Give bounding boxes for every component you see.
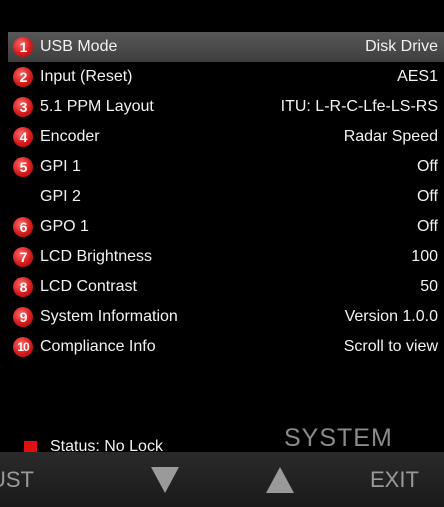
menu-item-value: ITU: L-R-C-Lfe-LS-RS — [280, 98, 438, 115]
menu-item-encoder[interactable]: 4 Encoder Radar Speed — [8, 122, 444, 152]
menu-item-value: AES1 — [397, 68, 438, 85]
menu-item-label: GPI 2 — [40, 188, 81, 205]
softkey-up[interactable] — [255, 452, 305, 507]
menu-item-label: GPO 1 — [40, 218, 89, 235]
device-display: 1 USB Mode Disk Drive 2 Input (Reset) AE… — [0, 0, 444, 507]
menu-item-value: Off — [416, 188, 438, 205]
menu-item-value: Version 1.0.0 — [344, 308, 438, 325]
menu-item-gpi-2[interactable]: GPI 2 Off — [8, 182, 444, 212]
softkey-exit-label: EXIT — [370, 466, 419, 492]
item-number-badge: 7 — [13, 247, 33, 267]
menu-item-value: Scroll to view — [343, 338, 438, 355]
item-number-badge: 9 — [13, 307, 33, 327]
menu-item-label: Encoder — [40, 128, 100, 145]
softkey-down[interactable] — [140, 452, 190, 507]
item-number-badge: 5 — [13, 157, 33, 177]
menu-item-label: Compliance Info — [40, 338, 156, 355]
item-number-badge: 2 — [13, 67, 33, 87]
menu-item-gpo-1[interactable]: 6 GPO 1 Off — [8, 212, 444, 242]
menu-item-label: USB Mode — [40, 38, 118, 55]
settings-menu: 1 USB Mode Disk Drive 2 Input (Reset) AE… — [8, 32, 444, 362]
item-number-badge: 6 — [13, 217, 33, 237]
menu-item-compliance-info[interactable]: 10 Compliance Info Scroll to view — [8, 332, 444, 362]
menu-item-gpi-1[interactable]: 5 GPI 1 Off — [8, 152, 444, 182]
item-number-badge: 8 — [13, 277, 33, 297]
menu-item-value: 50 — [420, 278, 438, 295]
menu-item-label: GPI 1 — [40, 158, 81, 175]
item-number-badge: 1 — [13, 37, 33, 57]
menu-item-value: Radar Speed — [343, 128, 438, 145]
menu-item-ppm-layout[interactable]: 3 5.1 PPM Layout ITU: L-R-C-Lfe-LS-RS — [8, 92, 444, 122]
item-number-badge: 10 — [13, 337, 33, 357]
menu-item-value: 100 — [411, 248, 438, 265]
up-arrow-icon — [266, 466, 294, 493]
menu-item-lcd-brightness[interactable]: 7 LCD Brightness 100 — [8, 242, 444, 272]
menu-item-value: Off — [416, 158, 438, 175]
menu-item-label: LCD Contrast — [40, 278, 137, 295]
menu-item-value: Off — [416, 218, 438, 235]
menu-item-value: Disk Drive — [365, 38, 438, 55]
softkey-adjust-label: UST — [0, 466, 34, 492]
menu-item-input-reset[interactable]: 2 Input (Reset) AES1 — [8, 62, 444, 92]
menu-item-lcd-contrast[interactable]: 8 LCD Contrast 50 — [8, 272, 444, 302]
lcd-screen: 1 USB Mode Disk Drive 2 Input (Reset) AE… — [8, 16, 444, 455]
menu-item-usb-mode[interactable]: 1 USB Mode Disk Drive — [8, 32, 444, 62]
menu-item-label: Input (Reset) — [40, 68, 133, 85]
down-arrow-icon — [151, 466, 179, 493]
item-number-badge: 4 — [13, 127, 33, 147]
menu-item-system-information[interactable]: 9 System Information Version 1.0.0 — [8, 302, 444, 332]
menu-item-label: LCD Brightness — [40, 248, 153, 265]
softkey-exit[interactable]: EXIT — [370, 452, 444, 507]
item-number-badge: 3 — [13, 97, 33, 117]
mode-title: SYSTEM — [284, 424, 393, 452]
menu-item-label: System Information — [40, 308, 178, 325]
menu-item-label: 5.1 PPM Layout — [40, 98, 154, 115]
softkey-bar: UST EXIT — [0, 452, 444, 507]
softkey-adjust[interactable]: UST — [0, 452, 60, 507]
